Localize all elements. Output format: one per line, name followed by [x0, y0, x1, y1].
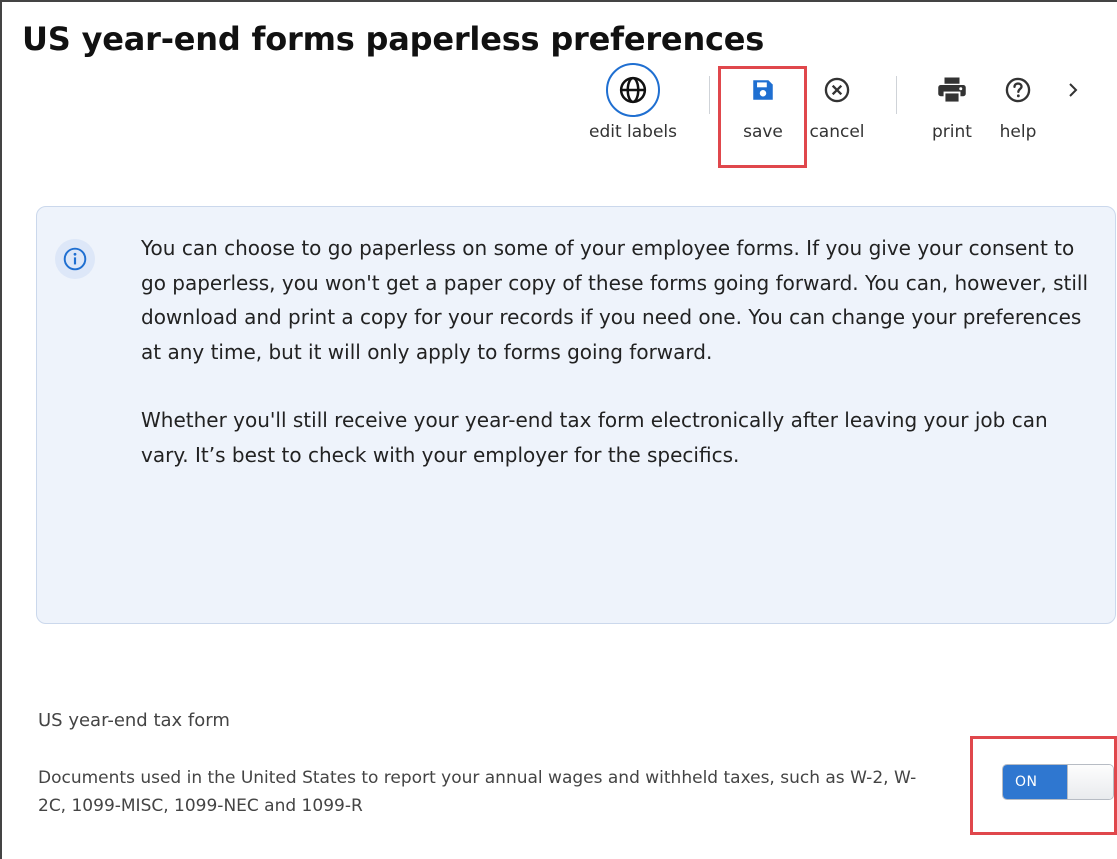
save-button[interactable]: save [730, 64, 796, 142]
toolbar-divider [896, 76, 897, 114]
edit-labels-icon-wrap [606, 63, 660, 117]
toolbar-divider [709, 76, 710, 114]
edit-labels-button[interactable]: edit labels [585, 63, 681, 142]
toggle-on-label: ON [1003, 765, 1067, 799]
info-icon [55, 239, 95, 279]
edit-labels-label: edit labels [588, 122, 677, 142]
paperless-toggle[interactable]: ON [1002, 764, 1114, 800]
save-label: save [743, 122, 783, 142]
cancel-icon-wrap [823, 64, 851, 116]
more-tools-button[interactable] [1060, 64, 1086, 116]
info-panel: You can choose to go paperless on some o… [36, 206, 1116, 624]
more-icon-wrap [1066, 64, 1080, 116]
print-icon-wrap [937, 64, 967, 116]
toolbar: edit labels save cancel print help [2, 2, 1117, 172]
info-text: You can choose to go paperless on some o… [141, 231, 1091, 472]
globe-icon [606, 63, 660, 117]
info-paragraph: You can choose to go paperless on some o… [141, 236, 1089, 364]
print-label: print [932, 122, 972, 142]
cancel-label: cancel [809, 122, 865, 142]
help-label: help [999, 122, 1037, 142]
save-icon [753, 80, 773, 100]
toggle-knob[interactable] [1067, 765, 1113, 799]
save-icon-wrap [750, 64, 776, 116]
help-icon-wrap [1004, 64, 1032, 116]
tax-form-label: US year-end tax form [38, 710, 230, 731]
help-icon [1005, 77, 1031, 103]
cancel-icon [824, 77, 850, 103]
paperless-preferences-page: US year-end forms paperless preferences … [0, 0, 1117, 859]
info-paragraph: Whether you'll still receive your year-e… [141, 408, 1048, 467]
cancel-button[interactable]: cancel [802, 64, 872, 142]
print-icon [938, 77, 966, 104]
print-button[interactable]: print [922, 64, 982, 142]
help-button[interactable]: help [990, 64, 1046, 142]
tax-form-description: Documents used in the United States to r… [38, 768, 917, 816]
chevron-right-icon [1069, 83, 1078, 97]
